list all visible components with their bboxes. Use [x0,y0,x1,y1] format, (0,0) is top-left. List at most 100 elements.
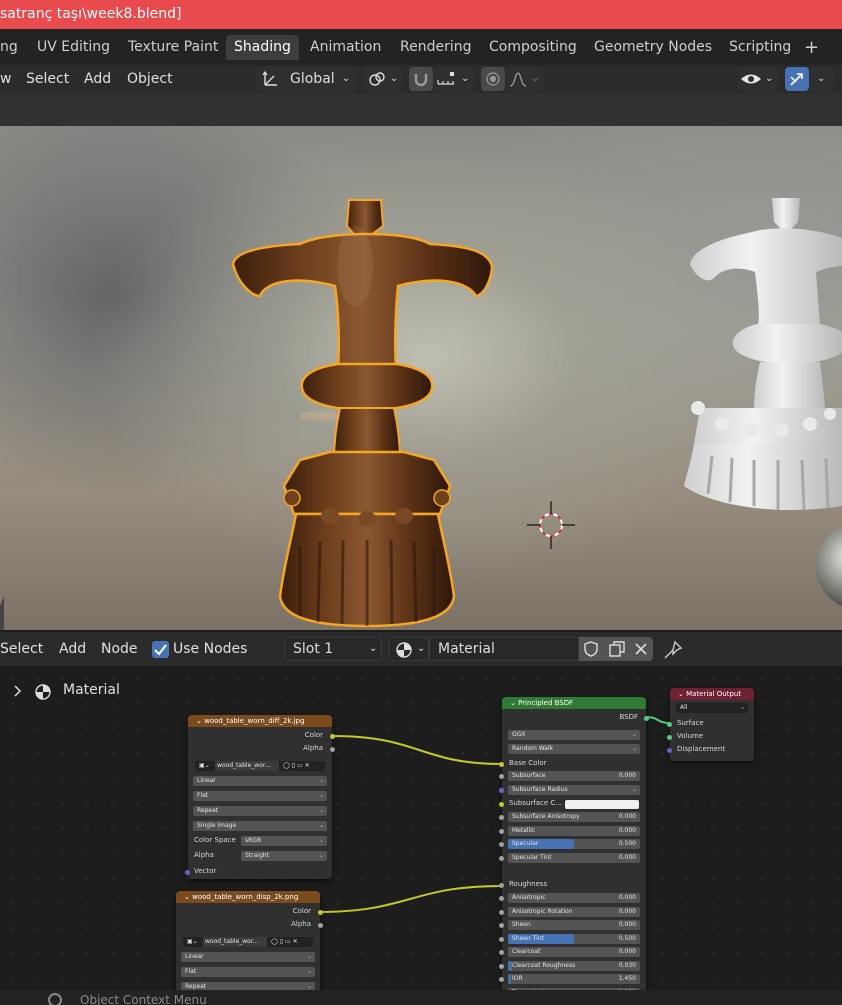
tab-rendering[interactable]: Rendering [392,35,480,60]
property-slider[interactable]: Sheen 0.000 [508,920,640,930]
image-selector[interactable]: ▣⌄ wood_table_wor... ◯▯▭✕ [183,937,313,947]
property-slider[interactable]: Anisotropic Rotation 0.000 [508,906,640,917]
output-socket[interactable] [330,747,335,752]
input-socket[interactable] [499,828,504,834]
object-menu[interactable]: Object [127,69,173,89]
chrome-sphere[interactable] [816,522,842,610]
input-socket[interactable] [185,870,190,875]
principled-bsdf-node[interactable]: ⌄ Principled BSDF BSDF GGX ⌄ Random Walk ⌄… [499,697,649,990]
extension-dropdown[interactable]: Repeat ⌄ [181,982,315,990]
material-browse-button[interactable]: ⌄ [389,637,429,661]
use-nodes-checkbox[interactable] [152,641,169,658]
input-socket[interactable] [499,883,504,888]
slot-dropdown[interactable]: Slot 1 ⌄ [284,637,382,661]
material-name-field[interactable]: Material [429,637,579,661]
property-slider[interactable]: Sheen Tint 0.500 [508,933,640,944]
input-socket[interactable] [499,936,504,942]
output-socket[interactable] [318,923,323,928]
input-socket[interactable] [499,842,504,847]
projection-dropdown[interactable]: Flat ⌄ [193,791,327,801]
distribution-dropdown[interactable]: GGX ⌄ [508,730,640,740]
input-socket[interactable] [499,815,504,820]
subsurface-method-dropdown[interactable]: Random Walk ⌄ [508,744,640,754]
render-target-dropdown[interactable]: All ⌄ [676,703,748,713]
property-slider[interactable]: Specular Tint 0.000 [508,852,640,863]
property-slider[interactable]: Subsurface Anisotropy 0.000 [508,812,640,822]
fake-user-button[interactable] [579,637,603,661]
tab-texture-paint[interactable]: Texture Paint [120,35,226,60]
property-slider[interactable]: Clearcoat 0.000 [508,947,640,957]
falloff-dropdown[interactable]: ⌄ [506,67,544,91]
3d-viewport[interactable] [0,126,842,630]
property-slider[interactable]: Subsurface 0.000 [508,771,640,781]
property-slider[interactable]: Clearcoat Roughness 0.030 [508,960,640,971]
tab-uv-editing[interactable]: UV Editing [29,35,118,60]
add-menu[interactable]: Add [84,69,111,89]
node-menu[interactable]: Node [101,639,138,659]
transform-orientation-dropdown[interactable]: Global ⌄ [256,67,356,91]
gizmo-options-dropdown[interactable]: ⌄ [810,67,834,91]
input-socket[interactable] [499,788,504,793]
tab-compositing[interactable]: Compositing [481,35,585,60]
subsurface-color-swatch[interactable] [565,800,639,809]
add-workspace-icon[interactable]: + [796,35,827,60]
visibility-dropdown[interactable]: ⌄ [738,67,778,91]
property-slider[interactable]: Metallic 0.000 [508,825,640,836]
select-menu[interactable]: Select [26,69,69,89]
pin-button[interactable] [663,640,683,660]
image-selector[interactable]: ▣⌄ wood_table_wor... ◯▯▭✕ [195,761,325,771]
input-socket[interactable] [499,774,504,779]
interpolation-dropdown[interactable]: Linear ⌄ [193,776,327,786]
image-texture-node-disp[interactable]: ⌄ wood_table_worn_disp_2k.png Color Alph… [176,891,323,990]
snap-increment-icon [437,72,454,85]
input-socket[interactable] [499,909,504,915]
tab-geometry-nodes[interactable]: Geometry Nodes [586,35,720,60]
property-slider[interactable]: Anisotropic 0.000 [508,893,640,903]
input-socket[interactable] [499,896,504,901]
gizmo-toggle[interactable] [785,67,809,91]
property-slider[interactable]: Specular 0.500 [508,839,640,849]
unlink-material-button[interactable] [629,637,653,661]
output-socket[interactable] [330,734,335,739]
input-socket[interactable] [667,735,672,740]
color-space-dropdown[interactable]: sRGB ⌄ [241,836,327,846]
image-texture-node-diff[interactable]: ⌄ wood_table_worn_diff_2k.jpg Color Alph… [185,715,335,879]
input-socket[interactable] [667,748,672,753]
pivot-point-dropdown[interactable]: ⌄ [364,67,402,91]
input-socket[interactable] [499,977,504,982]
view-menu[interactable]: w [0,69,11,89]
tab-animation[interactable]: Animation [302,35,389,60]
input-socket[interactable] [499,762,504,767]
tab-scripting[interactable]: Scripting [721,35,799,60]
proportional-edit-toggle[interactable] [481,67,505,91]
node-select-menu[interactable]: Select [0,639,43,659]
projection-dropdown[interactable]: Flat ⌄ [181,967,315,977]
node-add-menu[interactable]: Add [59,639,86,659]
white-chess-piece[interactable] [684,198,842,511]
input-socket[interactable] [499,923,504,928]
output-socket[interactable] [644,716,649,721]
input-socket[interactable] [499,963,504,969]
material-output-node[interactable]: ⌄ Material Output All ⌄ Surface Volume Di… [667,688,754,761]
input-socket[interactable] [499,802,504,807]
property-slider[interactable]: IOR 1.450 [508,974,640,984]
tab-shading[interactable]: Shading [226,35,299,60]
node-editor-canvas[interactable]: Material ⌄ wood_table_worn_diff_2k.jpg C… [0,666,842,990]
output-bsdf: BSDF [619,713,638,721]
source-dropdown[interactable]: Single Image ⌄ [193,821,327,831]
snap-toggle[interactable] [409,67,433,91]
subsurface-radius-dropdown[interactable]: Subsurface Radius ⌄ [508,785,640,795]
alpha-mode-dropdown[interactable]: Straight ⌄ [241,851,327,861]
extension-dropdown[interactable]: Repeat ⌄ [193,806,327,816]
input-socket[interactable] [667,722,672,727]
input-volume: Volume [677,732,704,740]
wooden-chess-piece[interactable] [231,199,494,628]
input-socket[interactable] [499,950,504,955]
interpolation-dropdown[interactable]: Linear ⌄ [181,952,315,962]
duplicate-material-button[interactable] [603,637,629,661]
tab-layout[interactable]: ng [0,35,26,60]
output-socket[interactable] [318,910,323,915]
input-socket[interactable] [499,855,504,861]
snap-target-dropdown[interactable]: ⌄ [434,67,474,91]
3d-cursor-icon[interactable] [527,501,575,549]
